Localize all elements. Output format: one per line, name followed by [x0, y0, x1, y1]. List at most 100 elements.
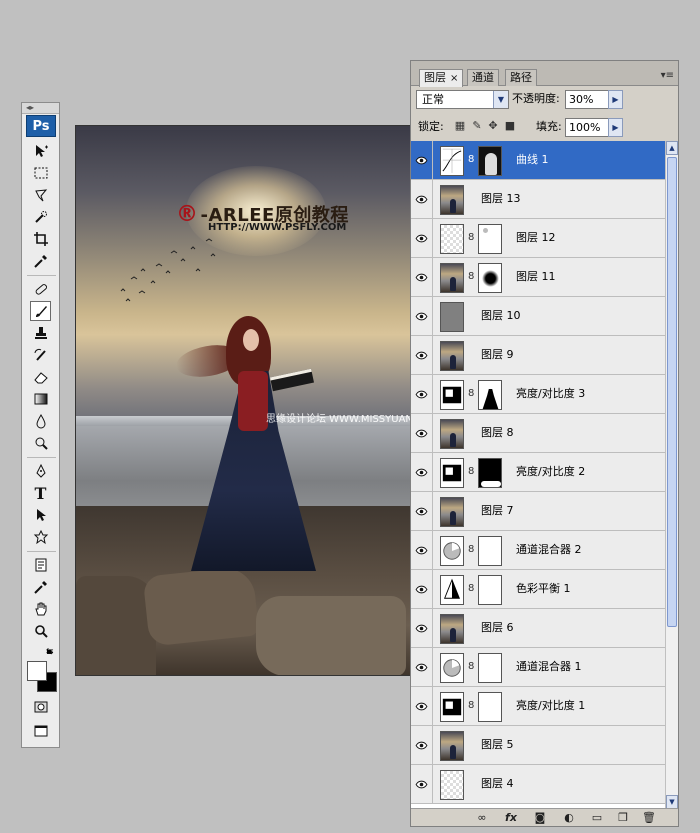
- history-brush-tool-icon[interactable]: [30, 345, 51, 365]
- layer-row[interactable]: 图层 10: [411, 297, 665, 336]
- zoom-tool-icon[interactable]: [30, 621, 51, 641]
- delete-layer-icon[interactable]: 🗑: [641, 811, 657, 825]
- layer-thumbnail[interactable]: [440, 614, 464, 644]
- tab-paths[interactable]: 路径: [505, 69, 537, 86]
- notes-tool-icon[interactable]: [30, 555, 51, 575]
- quick-selection-tool-icon[interactable]: [30, 207, 51, 227]
- panel-menu-icon[interactable]: ▾≡: [661, 70, 674, 81]
- blur-tool-icon[interactable]: [30, 411, 51, 431]
- visibility-eye-icon[interactable]: [411, 492, 433, 530]
- opacity-slider-arrow-icon[interactable]: ▶: [608, 90, 623, 109]
- visibility-eye-icon[interactable]: [411, 726, 433, 764]
- layer-row[interactable]: 8 亮度/对比度 2: [411, 453, 665, 492]
- blend-mode-select[interactable]: 正常 ▼: [416, 90, 509, 109]
- lasso-tool-icon[interactable]: [30, 185, 51, 205]
- link-layers-icon[interactable]: ∞: [474, 811, 490, 825]
- pen-tool-icon[interactable]: [30, 461, 51, 481]
- visibility-eye-icon[interactable]: [411, 765, 433, 803]
- layer-thumbnail[interactable]: [440, 770, 464, 800]
- layer-name[interactable]: 图层 12: [516, 219, 556, 257]
- eyedropper-2-tool-icon[interactable]: [30, 577, 51, 597]
- link-chain-icon[interactable]: 8: [468, 583, 474, 594]
- brightness-adjustment-icon[interactable]: [440, 380, 464, 410]
- layer-row[interactable]: 图层 5: [411, 726, 665, 765]
- screen-mode-icon[interactable]: [30, 721, 51, 741]
- layer-name[interactable]: 通道混合器 1: [516, 648, 582, 686]
- layer-name[interactable]: 亮度/对比度 3: [516, 375, 585, 413]
- layer-row[interactable]: 8 通道混合器 2: [411, 531, 665, 570]
- type-tool-icon[interactable]: T: [30, 483, 51, 503]
- layer-thumbnail[interactable]: [440, 731, 464, 761]
- lock-all-icon[interactable]: ■: [504, 120, 516, 132]
- link-chain-icon[interactable]: 8: [468, 544, 474, 555]
- healing-brush-tool-icon[interactable]: [30, 279, 51, 299]
- swap-colors-icon[interactable]: ⇆: [46, 647, 54, 657]
- tab-channels[interactable]: 通道: [467, 69, 499, 86]
- link-chain-icon[interactable]: 8: [468, 466, 474, 477]
- layer-thumbnail[interactable]: [440, 185, 464, 215]
- layer-row[interactable]: 图层 9: [411, 336, 665, 375]
- layer-name[interactable]: 图层 4: [481, 765, 514, 803]
- layer-name[interactable]: 图层 5: [481, 726, 514, 764]
- fx-icon[interactable]: fx: [503, 811, 519, 825]
- clone-stamp-tool-icon[interactable]: [30, 323, 51, 343]
- layer-row[interactable]: 图层 7: [411, 492, 665, 531]
- link-chain-icon[interactable]: 8: [468, 232, 474, 243]
- layer-row[interactable]: 图层 8: [411, 414, 665, 453]
- new-layer-icon[interactable]: ❐: [615, 811, 631, 825]
- shape-tool-icon[interactable]: [30, 527, 51, 547]
- layer-row[interactable]: 图层 6: [411, 609, 665, 648]
- layer-name[interactable]: 图层 8: [481, 414, 514, 452]
- lock-position-icon[interactable]: ✥: [487, 120, 499, 132]
- visibility-eye-icon[interactable]: [411, 687, 433, 725]
- scrollbar-thumb[interactable]: [667, 157, 677, 627]
- layer-row[interactable]: 图层 13: [411, 180, 665, 219]
- eyedropper-tool-icon[interactable]: [30, 251, 51, 271]
- layer-thumbnail[interactable]: [440, 497, 464, 527]
- visibility-eye-icon[interactable]: [411, 297, 433, 335]
- layer-name[interactable]: 亮度/对比度 1: [516, 687, 585, 725]
- path-selection-tool-icon[interactable]: [30, 505, 51, 525]
- visibility-eye-icon[interactable]: [411, 648, 433, 686]
- layer-name[interactable]: 图层 11: [516, 258, 556, 296]
- layer-name[interactable]: 图层 13: [481, 180, 521, 218]
- balance-adjustment-icon[interactable]: [440, 575, 464, 605]
- opacity-field[interactable]: 30%: [565, 90, 609, 109]
- layer-row[interactable]: 8 图层 11: [411, 258, 665, 297]
- visibility-eye-icon[interactable]: [411, 453, 433, 491]
- layer-mask-thumbnail[interactable]: [478, 263, 502, 293]
- link-chain-icon[interactable]: 8: [468, 700, 474, 711]
- layer-row[interactable]: 8 亮度/对比度 1: [411, 687, 665, 726]
- marquee-tool-icon[interactable]: [30, 163, 51, 183]
- curves-adjustment-icon[interactable]: [440, 146, 464, 176]
- layer-name[interactable]: 图层 7: [481, 492, 514, 530]
- layer-row[interactable]: 8 曲线 1: [411, 141, 665, 180]
- chevron-down-icon[interactable]: ▼: [493, 91, 508, 108]
- foreground-color-swatch[interactable]: [27, 661, 47, 681]
- layer-thumbnail[interactable]: [440, 263, 464, 293]
- visibility-eye-icon[interactable]: [411, 375, 433, 413]
- fill-slider-arrow-icon[interactable]: ▶: [608, 118, 623, 137]
- layer-mask-thumbnail[interactable]: [478, 458, 502, 488]
- layer-thumbnail[interactable]: [440, 224, 464, 254]
- layer-name[interactable]: 亮度/对比度 2: [516, 453, 585, 491]
- layer-mask-thumbnail[interactable]: [478, 146, 502, 176]
- layer-row[interactable]: 8 图层 12: [411, 219, 665, 258]
- layer-name[interactable]: 通道混合器 2: [516, 531, 582, 569]
- layer-name[interactable]: 曲线 1: [516, 141, 549, 179]
- move-tool-icon[interactable]: [30, 141, 51, 161]
- scroll-down-icon[interactable]: ▼: [666, 795, 678, 809]
- brightness-adjustment-icon[interactable]: [440, 692, 464, 722]
- quick-mask-icon[interactable]: [30, 697, 51, 717]
- visibility-eye-icon[interactable]: [411, 609, 433, 647]
- mixer-adjustment-icon[interactable]: [440, 653, 464, 683]
- layer-name[interactable]: 图层 10: [481, 297, 521, 335]
- visibility-eye-icon[interactable]: [411, 570, 433, 608]
- link-chain-icon[interactable]: 8: [468, 661, 474, 672]
- fill-field[interactable]: 100%: [565, 118, 609, 137]
- brush-tool-icon[interactable]: [30, 301, 51, 321]
- layer-name[interactable]: 色彩平衡 1: [516, 570, 571, 608]
- layer-mask-thumbnail[interactable]: [478, 536, 502, 566]
- visibility-eye-icon[interactable]: [411, 258, 433, 296]
- layer-name[interactable]: 图层 9: [481, 336, 514, 374]
